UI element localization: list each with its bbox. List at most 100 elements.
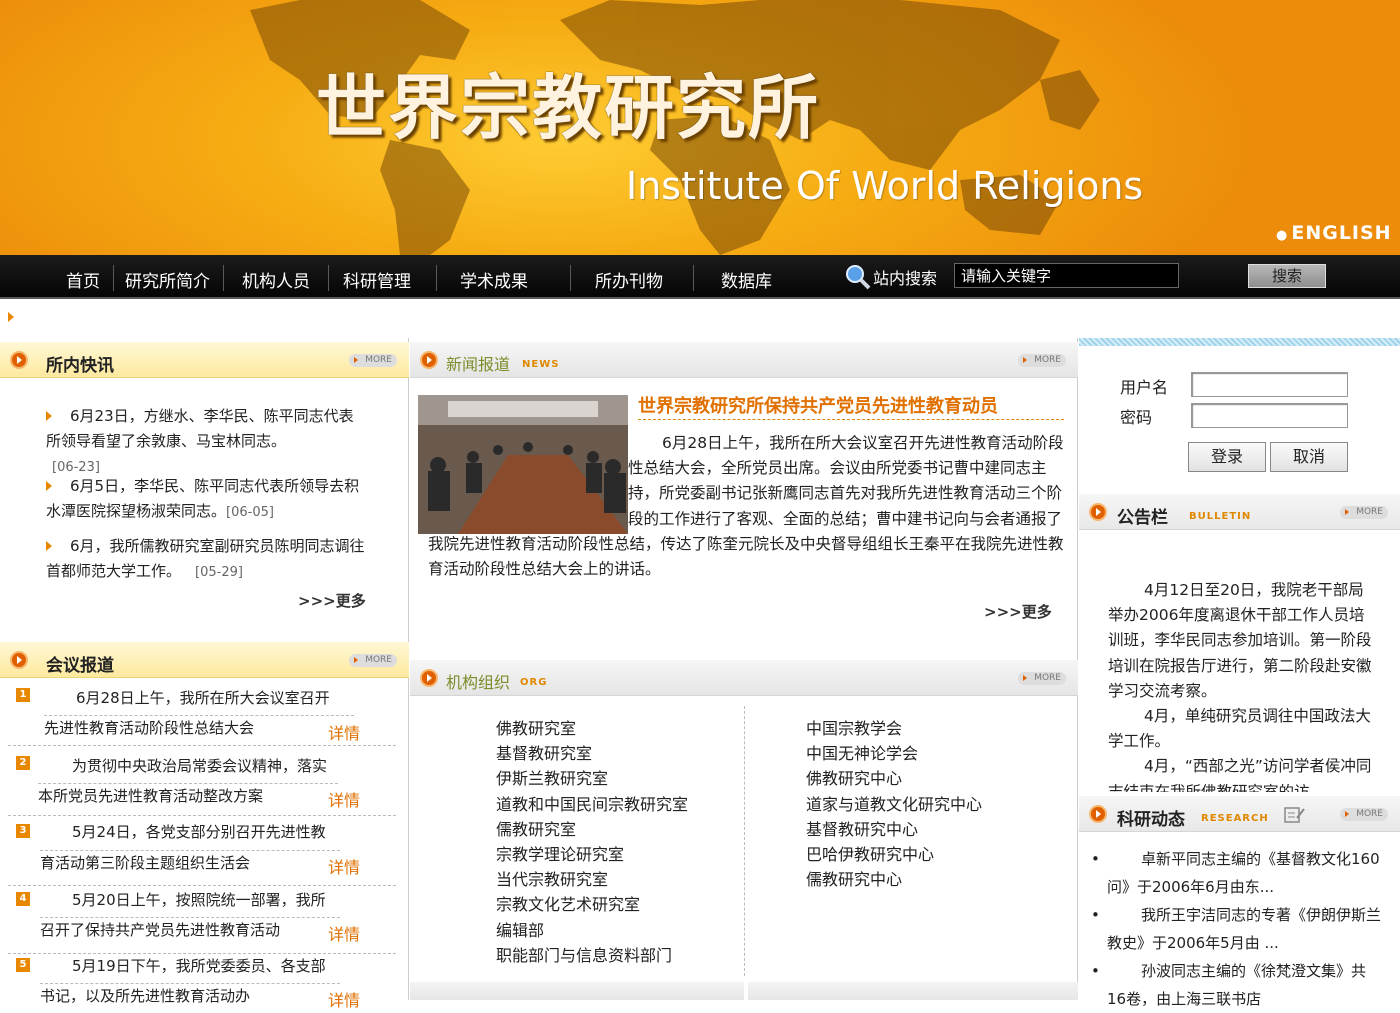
meeting-detail-link[interactable]: 详情 [328,720,360,744]
org-link[interactable]: 巴哈伊教研究中心 [806,842,982,867]
bullet-dot: • [1091,962,1100,980]
news-header: 新闻报道 NEWS MORE [410,342,1078,378]
bullet-arrow-icon [46,411,52,421]
org-link[interactable]: 中国无神论学会 [806,741,982,766]
org-link[interactable]: 儒教研究中心 [806,867,982,892]
meeting-line: 5月24日，各党支部分别召开先进性教 [72,823,326,841]
org-link[interactable]: 儒教研究室 [496,817,688,842]
meeting-detail-link[interactable]: 详情 [328,854,360,878]
meeting-item[interactable]: 1 6月28日上午，我所在所大会议室召开 先进性教育活动阶段性总结大会 详情 [8,682,396,746]
org-link[interactable]: 编辑部 [496,918,688,943]
research-text: 卓新平同志主编的《基督教文化160问》于2006年6月由东... [1107,850,1380,896]
news-body: 6月28日上午，我所在所大会议室召开先进性教育活动阶段性总结大会，全所党员出席。… [428,431,1068,582]
meeting-line: 本所党员先进性教育活动整改方案 [38,783,338,809]
research-item[interactable]: • 孙波同志主编的《徐梵澄文集》共16卷，由上海三联书店 [1091,957,1382,1013]
org-link[interactable]: 职能部门与信息资料部门 [496,943,688,968]
meetings-more-button[interactable]: MORE [349,654,397,667]
nav-journals[interactable]: 所办刊物 [595,267,663,292]
password-label: 密码 [1120,408,1153,427]
org-link[interactable]: 佛教研究室 [496,716,688,741]
nav-home[interactable]: 首页 [66,267,100,292]
meeting-item[interactable]: 5 5月19日下午，我所党委委员、各支部 书记，以及所先进性教育活动办 详情 [8,956,396,1010]
org-link[interactable]: 基督教研究室 [496,741,688,766]
quick-news-item[interactable]: 6月5日，李华民、陈平同志代表所领导去积水潭医院探望杨淑荣同志。[06-05] [46,474,366,525]
nav-separator [693,265,694,291]
research-more-button[interactable]: MORE [1340,808,1388,821]
username-input[interactable] [1191,372,1348,397]
quick-news-item[interactable]: 6月，我所儒教研究室副研究员陈明同志调往首都师范大学工作。 [05-29] [46,534,366,585]
nav-achievements[interactable]: 学术成果 [460,267,528,292]
cancel-button[interactable]: 取消 [1270,442,1348,472]
org-link[interactable]: 中国宗教学会 [806,716,982,741]
bulletin-scroll[interactable]: 4月12日至20日，我院老干部局举办2006年度离退休干部工作人员培训班，李华民… [1108,578,1378,792]
research-item[interactable]: • 卓新平同志主编的《基督教文化160问》于2006年6月由东... [1091,845,1382,901]
org-link[interactable]: 道教和中国民间宗教研究室 [496,792,688,817]
search-input[interactable] [954,263,1179,288]
number-badge: 1 [16,688,30,702]
nav-separator [113,265,114,291]
nav-research-mgmt[interactable]: 科研管理 [343,267,411,292]
bullet-dot: • [1091,906,1100,924]
news-more-link[interactable]: >>>更多 [984,601,1052,622]
section-bullet-icon [10,651,28,669]
nav-staff[interactable]: 机构人员 [242,267,310,292]
section-bullet-icon [10,351,28,369]
org-link[interactable]: 伊斯兰教研究室 [496,766,688,791]
meeting-line: 先进性教育活动阶段性总结大会 [44,715,354,741]
login-button[interactable]: 登录 [1188,442,1266,472]
meeting-item[interactable]: 3 5月24日，各党支部分别召开先进性教 育活动第三阶段主题组织生活会 详情 [8,820,396,886]
research-item[interactable]: • 我所王宇洁同志的专著《伊朗伊斯兰教史》于2006年5月由 ... [1091,901,1382,957]
number-badge: 2 [16,756,30,770]
research-title: 科研动态 [1117,810,1185,830]
news-headline[interactable]: 世界宗教研究所保持共产党员先进性教育动员 [638,392,1064,418]
news-more-button[interactable]: MORE [1018,354,1066,367]
section-bullet-icon [1089,805,1107,823]
research-text: 我所王宇洁同志的专著《伊朗伊斯兰教史》于2006年5月由 ... [1107,906,1382,952]
org-more-button[interactable]: MORE [1018,672,1066,685]
bulletin-title: 公告栏 [1117,508,1168,528]
quick-news-more-button[interactable]: MORE [349,354,397,367]
bullet-arrow-icon [46,541,52,551]
username-label: 用户名 [1120,378,1169,397]
password-input[interactable] [1191,403,1348,428]
number-badge: 5 [16,958,30,972]
meeting-line: 5月20日上午，按照院统一部署，我所 [72,891,326,909]
meeting-item[interactable]: 4 5月20日上午，按照院统一部署，我所 召开了保持共产党员先进性教育活动 详情 [8,888,396,954]
bulletin-more-button[interactable]: MORE [1340,506,1388,519]
meeting-detail-link[interactable]: 详情 [328,921,360,945]
org-link[interactable]: 宗教文化艺术研究室 [496,892,688,917]
bulletin-paragraph: 4月，单纯研究员调往中国政法大学工作。 [1108,707,1371,751]
meeting-item[interactable]: 2 为贯彻中央政治局常委会议精神，落实 本所党员先进性教育活动整改方案 详情 [8,750,396,816]
org-link[interactable]: 宗教学理论研究室 [496,842,688,867]
news-en-label: NEWS [522,359,560,370]
nav-separator [223,265,224,291]
meetings-title: 会议报道 [46,656,114,676]
meeting-detail-link[interactable]: 详情 [328,787,360,811]
middle-column: 新闻报道 NEWS MORE 世界宗教研究所保持共产党员先进性教育动员 6月28… [410,338,1078,1000]
research-header: 科研动态 RESEARCH MORE [1079,796,1400,832]
nav-separator [570,265,571,291]
meeting-detail-link[interactable]: 详情 [328,987,360,1011]
quick-news-date: [06-05] [226,505,274,520]
org-link[interactable]: 道家与道教文化研究中心 [806,792,982,817]
nav-about[interactable]: 研究所简介 [125,267,210,292]
org-link[interactable]: 当代宗教研究室 [496,867,688,892]
search-button[interactable]: 搜索 [1248,264,1326,288]
float-spacer [428,431,628,531]
news-title: 新闻报道 [446,355,511,374]
nav-database[interactable]: 数据库 [721,267,772,292]
login-top-stripe [1079,338,1400,346]
bulletin-paragraph: 4月，“西部之光”访问学者侯冲同志结束在我所佛教研究室的访 [1108,757,1372,792]
header-banner: 世界宗教研究所 Institute Of World Religions ● EN… [0,0,1400,255]
meeting-line: 6月28日上午，我所在所大会议室召开 [76,689,330,707]
quick-news-more-link[interactable]: >>>更多 [298,590,366,611]
site-title-en: Institute Of World Religions [626,164,1144,208]
research-text: 孙波同志主编的《徐梵澄文集》共16卷，由上海三联书店 [1107,962,1367,1008]
nav-separator [436,265,437,291]
org-link[interactable]: 佛教研究中心 [806,766,982,791]
english-link[interactable]: ● ENGLISH [1276,222,1392,244]
quick-news-item[interactable]: 6月23日，方继水、李华民、陈平同志代表所领导看望了余敦康、马宝林同志。 [06… [46,404,366,480]
org-link[interactable]: 基督教研究中心 [806,817,982,842]
research-en-label: RESEARCH [1201,813,1269,824]
main-nav: 首页 研究所简介 机构人员 科研管理 学术成果 所办刊物 数据库 站内搜索 搜索 [0,255,1400,299]
